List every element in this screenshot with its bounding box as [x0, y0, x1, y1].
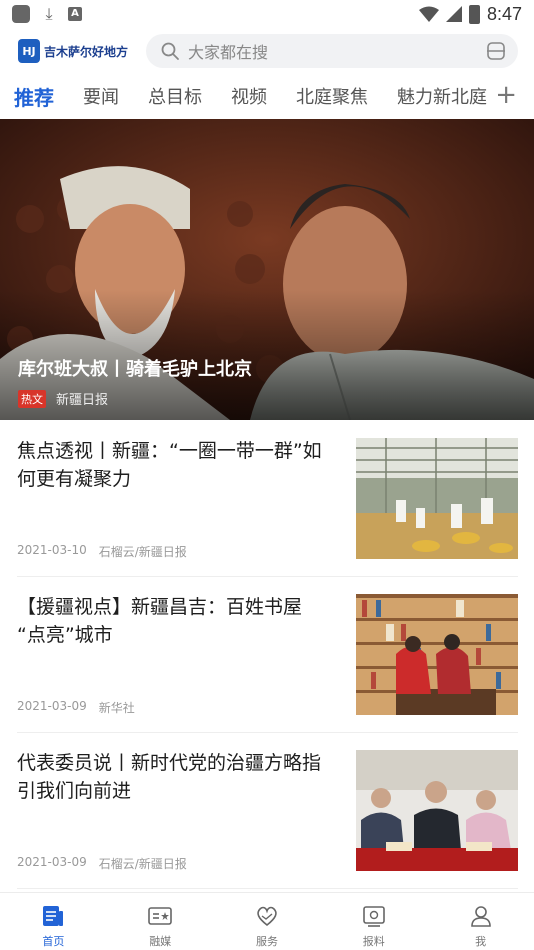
news-meta: 2021-03-09 石榴云/新疆日报	[17, 855, 187, 872]
factory-image	[356, 438, 518, 559]
tab-news[interactable]: 要闻	[83, 83, 119, 109]
news-thumbnail	[356, 594, 518, 715]
news-meta: 2021-03-09 新华社	[17, 699, 135, 716]
heart-hand-icon	[257, 906, 277, 927]
hero-source: 新疆日报	[56, 393, 109, 408]
search-input[interactable]: 大家都在搜	[146, 34, 518, 68]
news-title: 【援疆视点】新疆昌吉：百姓书屋 “点亮”城市	[17, 596, 303, 646]
bookstore-image	[356, 594, 518, 715]
news-meta: 2021-03-10 石榴云/新疆日报	[17, 543, 187, 560]
news-source: 石榴云/新疆日报	[98, 545, 187, 559]
tab-video[interactable]: 视频	[231, 83, 267, 109]
tab-goal[interactable]: 总目标	[148, 83, 202, 109]
nav-label: 融媒	[149, 935, 172, 948]
hot-badge: 热文	[18, 389, 46, 408]
hero-meta: 热文 新疆日报	[18, 389, 108, 408]
tab-charm-beiting[interactable]: 魅力新北庭	[397, 83, 487, 109]
nav-label: 服务	[255, 935, 278, 948]
scan-icon[interactable]	[486, 41, 506, 61]
report-icon	[362, 906, 385, 927]
battery-icon	[468, 4, 480, 24]
home-news-icon	[43, 906, 64, 926]
nav-label: 首页	[42, 935, 65, 948]
nav-home[interactable]: 首页	[0, 893, 107, 950]
list-item[interactable]: 代表委员说丨新时代党的治疆方略指引我们向前进 2021-03-09 石榴云/新疆…	[17, 733, 518, 889]
top-header: HJ 吉木萨尔好地方 大家都在搜	[0, 30, 534, 72]
news-list: 焦点透视丨新疆：“一圈一带一群”如何更有凝聚力 2021-03-10 石榴云/新…	[0, 421, 534, 889]
status-left-icons: ⤓ A	[12, 5, 82, 23]
news-title: 代表委员说丨新时代党的治疆方略指引我们向前进	[17, 752, 322, 802]
news-date: 2021-03-10	[17, 543, 87, 557]
nav-report[interactable]: 报料	[320, 893, 427, 950]
news-source: 石榴云/新疆日报	[98, 857, 187, 871]
status-bar: ⤓ A 8:47	[0, 0, 534, 28]
download-icon: ⤓	[45, 4, 53, 23]
wifi-icon	[418, 6, 439, 22]
news-thumbnail	[356, 750, 518, 871]
bottom-nav: 首页 融媒 服务 报料 我	[0, 892, 534, 950]
news-date: 2021-03-09	[17, 699, 87, 713]
user-icon	[470, 906, 491, 927]
app-notification-icon	[12, 5, 30, 23]
status-right-icons: 8:47	[418, 3, 522, 25]
channel-tabs: 推荐 要闻 总目标 视频 北庭聚焦 魅力新北庭 +	[0, 74, 534, 118]
signal-icon	[445, 6, 462, 22]
hero-title: 库尔班大叔丨骑着毛驴上北京	[18, 359, 252, 380]
search-icon	[161, 42, 179, 60]
logo-mark-icon: HJ	[18, 39, 40, 63]
news-date: 2021-03-09	[17, 855, 87, 869]
status-time: 8:47	[486, 3, 522, 24]
nav-media[interactable]: 融媒	[107, 893, 214, 950]
add-channel-button[interactable]: +	[495, 80, 517, 110]
nav-label: 报料	[362, 935, 385, 948]
logo-text: 吉木萨尔好地方	[44, 44, 129, 59]
app-logo[interactable]: HJ 吉木萨尔好地方	[18, 39, 146, 63]
media-icon	[148, 907, 172, 925]
font-notification-icon: A	[68, 7, 82, 21]
nav-me[interactable]: 我	[427, 893, 534, 950]
hero-banner[interactable]: 库尔班大叔丨骑着毛驴上北京 热文 新疆日报	[0, 119, 534, 420]
news-thumbnail	[356, 438, 518, 559]
news-title: 焦点透视丨新疆：“一圈一带一群”如何更有凝聚力	[17, 440, 322, 490]
nav-label: 我	[475, 935, 487, 948]
list-item[interactable]: 【援疆视点】新疆昌吉：百姓书屋 “点亮”城市 2021-03-09 新华社	[17, 577, 518, 733]
news-source: 新华社	[98, 701, 135, 715]
tab-beiting-focus[interactable]: 北庭聚焦	[296, 83, 368, 109]
nav-service[interactable]: 服务	[214, 893, 321, 950]
list-item[interactable]: 焦点透视丨新疆：“一圈一带一群”如何更有凝聚力 2021-03-10 石榴云/新…	[17, 421, 518, 577]
search-placeholder: 大家都在搜	[188, 43, 269, 62]
meeting-image	[356, 750, 518, 871]
tab-recommend[interactable]: 推荐	[14, 82, 54, 111]
